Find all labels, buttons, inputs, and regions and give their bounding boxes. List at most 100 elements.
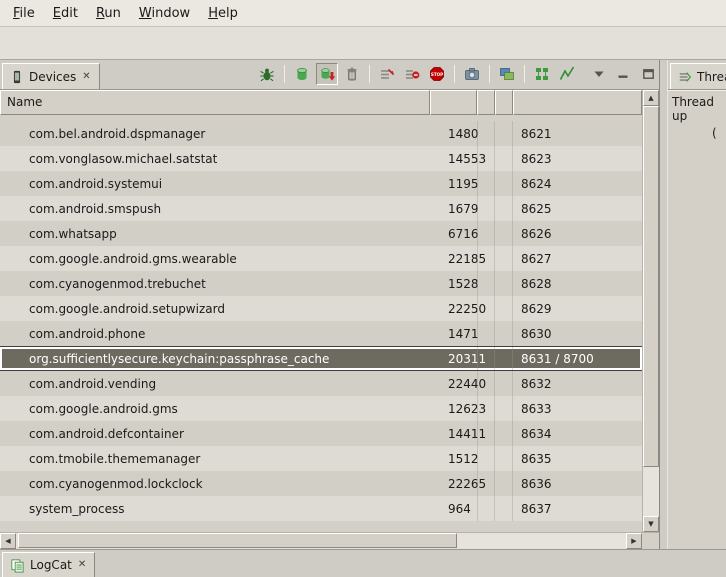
threads-message-line1: Thread up: [672, 95, 726, 123]
ddms-window: File Edit Run Window Help Devices ✕: [0, 0, 726, 577]
table-row[interactable]: com.tmobile.thememanager 1512 8635: [0, 446, 642, 471]
minimize-icon[interactable]: [616, 63, 630, 85]
column-header-pid[interactable]: [430, 90, 477, 115]
scroll-left-button[interactable]: ◀: [0, 533, 16, 549]
heap-cell: [477, 321, 495, 346]
debug-icon[interactable]: [256, 63, 278, 85]
table-row[interactable]: com.android.smspush 1679 8625: [0, 196, 642, 221]
horizontal-scrollbar-track[interactable]: [16, 533, 626, 549]
process-list: com.bel.android.dspmanager 1480 8621 com…: [0, 115, 642, 532]
table-row[interactable]: com.vonglasow.michael.satstat 14553 8623: [0, 146, 642, 171]
table-row[interactable]: com.android.systemui 1195 8624: [0, 171, 642, 196]
process-port: 8635: [513, 452, 642, 466]
capture-system-trace-icon[interactable]: [531, 63, 553, 85]
update-heap-icon[interactable]: [291, 63, 313, 85]
process-name: com.whatsapp: [0, 227, 430, 241]
process-port: 8632: [513, 377, 642, 391]
column-header-name[interactable]: Name: [0, 90, 430, 115]
heap-cell: [477, 396, 495, 421]
process-pid: 22185: [430, 252, 477, 266]
table-row[interactable]: com.android.vending 22440 8632: [0, 371, 642, 396]
view-menu-icon[interactable]: [593, 63, 605, 85]
table-row[interactable]: com.bel.android.dspmanager 1480 8621: [0, 121, 642, 146]
process-pid: 1528: [430, 277, 477, 291]
process-port: 8634: [513, 427, 642, 441]
process-name: org.sufficientlysecure.keychain:passphra…: [0, 352, 430, 366]
dump-view-hierarchy-icon[interactable]: [496, 63, 518, 85]
process-name: com.google.android.gms: [0, 402, 430, 416]
stop-method-profiling-icon[interactable]: [401, 63, 423, 85]
vertical-scrollbar-thumb[interactable]: [643, 106, 659, 467]
threads-cell: [495, 271, 513, 296]
threads-cell: [495, 371, 513, 396]
tab-devices-label: Devices: [29, 70, 76, 84]
process-name: com.google.android.setupwizard: [0, 302, 430, 316]
column-header-heap[interactable]: [477, 90, 495, 115]
start-opengl-trace-icon[interactable]: [556, 63, 578, 85]
menu-item-edit[interactable]: Edit: [44, 3, 87, 24]
heap-cell: [477, 171, 495, 196]
process-port: 8637: [513, 502, 642, 516]
table-row[interactable]: com.cyanogenmod.lockclock 22265 8636: [0, 471, 642, 496]
scrollbar-corner: [642, 532, 659, 549]
threads-cell: [495, 171, 513, 196]
column-header-port[interactable]: [513, 90, 642, 115]
process-name: com.android.vending: [0, 377, 430, 391]
table-row[interactable]: com.android.defcontainer 14411 8634: [0, 421, 642, 446]
threads-cell: [495, 471, 513, 496]
tab-devices[interactable]: Devices ✕: [2, 63, 100, 89]
vertical-scrollbar[interactable]: ▲ ▼: [642, 90, 659, 532]
menu-item-file[interactable]: File: [4, 3, 44, 24]
table-row[interactable]: org.sufficientlysecure.keychain:passphra…: [0, 346, 642, 371]
panel-sash[interactable]: [660, 60, 667, 549]
column-header-threads[interactable]: [495, 90, 513, 115]
stop-process-icon[interactable]: STOP: [426, 63, 448, 85]
threads-cell: [495, 321, 513, 346]
process-port: 8629: [513, 302, 642, 316]
table-row[interactable]: com.android.phone 1471 8630: [0, 321, 642, 346]
tab-threads[interactable]: Threads ✕: [670, 63, 726, 89]
cause-gc-icon[interactable]: [341, 63, 363, 85]
table-row[interactable]: com.whatsapp 6716 8626: [0, 221, 642, 246]
scroll-right-button[interactable]: ▶: [626, 533, 642, 549]
close-icon[interactable]: ✕: [81, 72, 91, 82]
threads-cell: [495, 146, 513, 171]
table-row[interactable]: com.cyanogenmod.trebuchet 1528 8628: [0, 271, 642, 296]
threads-message-line2: (: [712, 126, 726, 140]
horizontal-scrollbar-thumb[interactable]: [18, 533, 457, 548]
table-row[interactable]: system_process 964 8637: [0, 496, 642, 521]
process-port: 8630: [513, 327, 642, 341]
table-row[interactable]: com.google.android.gms.wearable 22185 86…: [0, 246, 642, 271]
update-threads-icon[interactable]: [376, 63, 398, 85]
process-port: 8633: [513, 402, 642, 416]
tab-logcat-label: LogCat: [30, 558, 72, 572]
process-name: com.android.smspush: [0, 202, 430, 216]
menu-item-window[interactable]: Window: [130, 3, 199, 24]
menu-item-help[interactable]: Help: [199, 3, 247, 24]
tab-logcat[interactable]: LogCat ✕: [2, 552, 95, 577]
threads-cell: [495, 196, 513, 221]
menu-item-run[interactable]: Run: [87, 3, 130, 24]
process-pid: 1480: [430, 127, 477, 141]
logcat-icon: [10, 558, 25, 573]
vertical-scrollbar-track[interactable]: [643, 106, 659, 516]
toolbar-separator: [284, 65, 285, 83]
view-window-buttons: [593, 63, 655, 85]
process-port: 8621: [513, 127, 642, 141]
process-port: 8627: [513, 252, 642, 266]
table-row[interactable]: com.google.android.gms 12623 8633: [0, 396, 642, 421]
scroll-up-button[interactable]: ▲: [643, 90, 659, 106]
dump-hprof-icon[interactable]: [316, 63, 338, 85]
scroll-down-button[interactable]: ▼: [643, 516, 659, 532]
screenshot-icon[interactable]: [461, 63, 483, 85]
table-header: Name: [0, 90, 642, 115]
horizontal-scrollbar-row: ◀ ▶: [0, 532, 659, 549]
threads-tabbar: Threads ✕: [668, 60, 726, 90]
heap-cell: [477, 196, 495, 221]
heap-cell: [477, 471, 495, 496]
table-row[interactable]: com.google.android.setupwizard 22250 862…: [0, 296, 642, 321]
horizontal-scrollbar[interactable]: ◀ ▶: [0, 532, 642, 549]
close-icon[interactable]: ✕: [77, 560, 87, 570]
maximize-icon[interactable]: [641, 63, 655, 85]
process-name: com.tmobile.thememanager: [0, 452, 430, 466]
